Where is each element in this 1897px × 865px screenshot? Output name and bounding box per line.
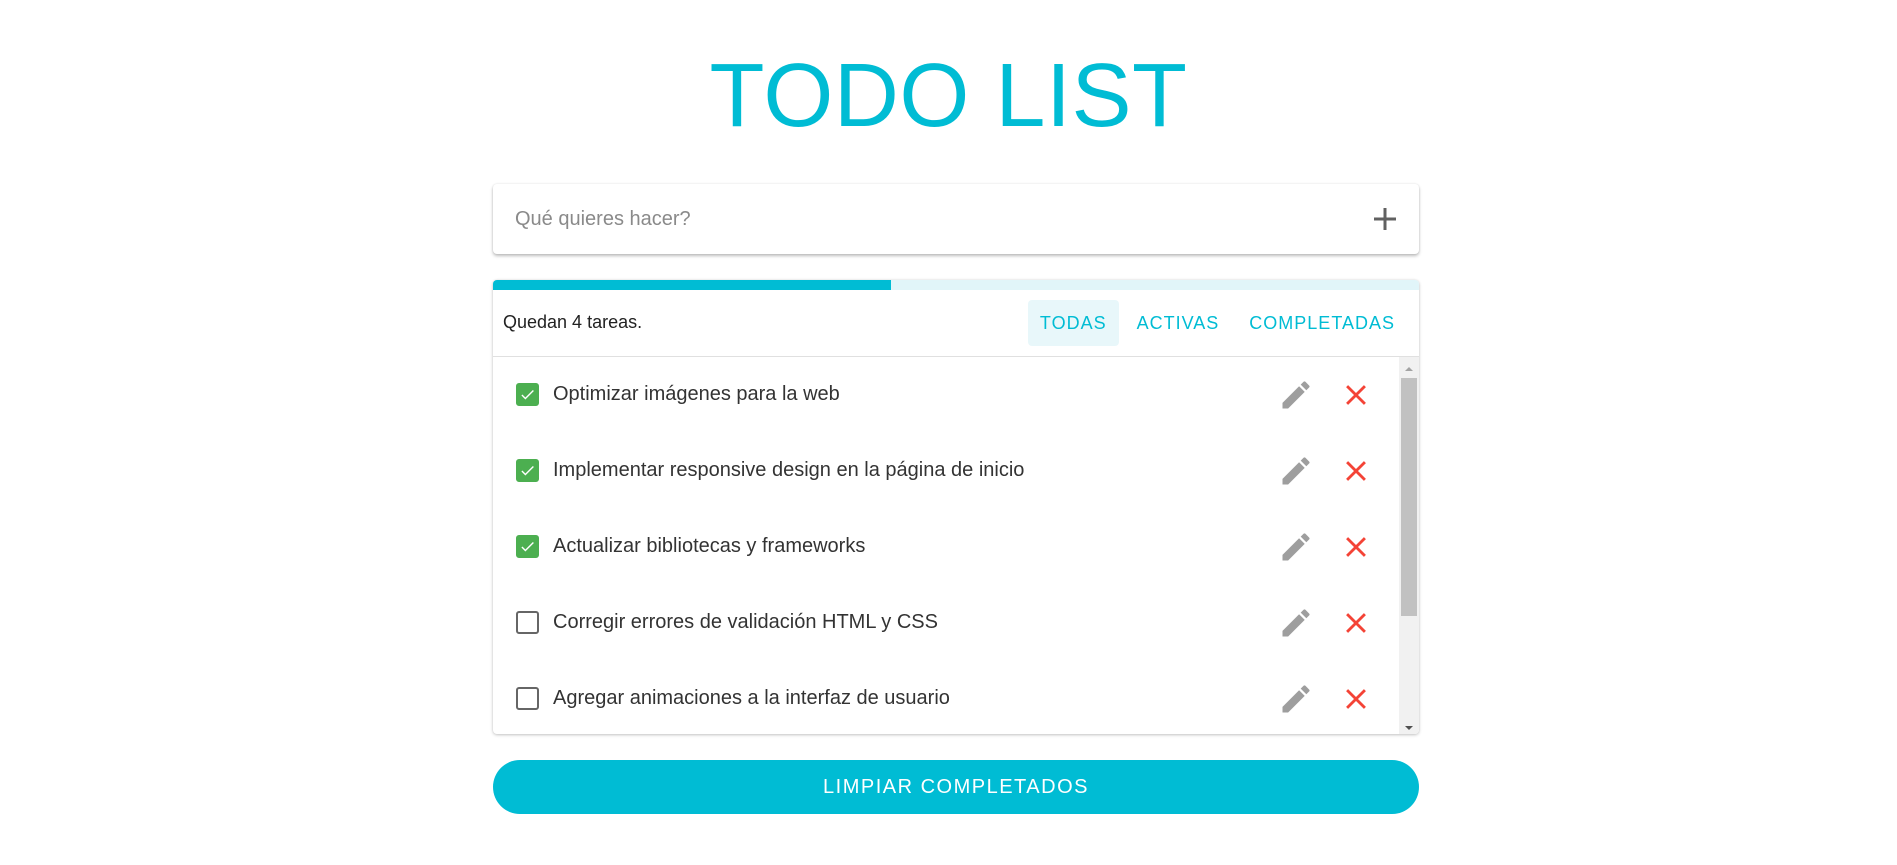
todo-checkbox[interactable] [516,687,539,710]
todo-item: Implementar responsive design en la pági… [493,433,1393,509]
delete-button[interactable] [1339,378,1373,412]
edit-button[interactable] [1278,605,1314,641]
scroll-up-arrow[interactable] [1404,361,1414,371]
todo-item: Optimizar imágenes para la web [493,357,1393,433]
todo-text: Corregir errores de validación HTML y CS… [553,611,938,633]
filter-todas[interactable]: TODAS [1027,300,1119,346]
filter-completadas[interactable]: COMPLETADAS [1237,300,1407,346]
todo-text: Optimizar imágenes para la web [553,383,840,405]
todo-checkbox[interactable] [516,459,539,482]
check-icon [521,465,534,476]
close-icon [1346,461,1366,481]
edit-button[interactable] [1278,529,1314,565]
close-icon [1346,613,1366,633]
delete-button[interactable] [1339,606,1373,640]
new-todo-card [493,184,1419,254]
todo-item: Actualizar bibliotecas y frameworks [493,509,1393,585]
close-icon [1346,537,1366,557]
pencil-icon [1282,533,1310,561]
delete-button[interactable] [1339,530,1373,564]
pencil-icon [1282,685,1310,713]
todo-text: Actualizar bibliotecas y frameworks [553,535,866,557]
plus-icon [1374,208,1396,230]
progress-bar-fill [493,280,892,290]
todo-list-card: Quedan 4 tareas. TODAS ACTIVAS COMPLETAD… [493,280,1419,734]
check-icon [521,389,534,400]
filter-activas[interactable]: ACTIVAS [1125,300,1232,346]
edit-button[interactable] [1278,681,1314,717]
todo-item: Agregar animaciones a la interfaz de usu… [493,661,1393,734]
pencil-icon [1282,381,1310,409]
delete-button[interactable] [1339,454,1373,488]
list-scrollbar[interactable] [1399,357,1419,734]
new-todo-input[interactable] [513,184,1333,254]
clear-completed-button[interactable]: LIMPIAR COMPLETADOS [493,760,1419,814]
remaining-count: Quedan 4 tareas. [503,312,643,332]
todo-text: Agregar animaciones a la interfaz de usu… [553,687,950,709]
todo-text: Implementar responsive design en la pági… [553,459,1025,481]
add-todo-button[interactable] [1367,201,1403,237]
edit-button[interactable] [1278,453,1314,489]
progress-bar [493,280,1419,290]
todo-checkbox[interactable] [516,383,539,406]
todo-list: Optimizar imágenes para la web Implement… [493,357,1419,734]
close-icon [1346,385,1366,405]
edit-button[interactable] [1278,377,1314,413]
todo-item: Corregir errores de validación HTML y CS… [493,585,1393,661]
scroll-down-arrow[interactable] [1404,720,1414,730]
todo-checkbox[interactable] [516,535,539,558]
check-icon [521,541,534,552]
delete-button[interactable] [1339,682,1373,716]
filter-tabs: TODAS ACTIVAS COMPLETADAS [1027,300,1407,346]
scrollbar-thumb[interactable] [1401,378,1417,616]
close-icon [1346,689,1366,709]
pencil-icon [1282,457,1310,485]
page-title: TODO LIST [709,46,1188,146]
pencil-icon [1282,609,1310,637]
todo-checkbox[interactable] [516,611,539,634]
